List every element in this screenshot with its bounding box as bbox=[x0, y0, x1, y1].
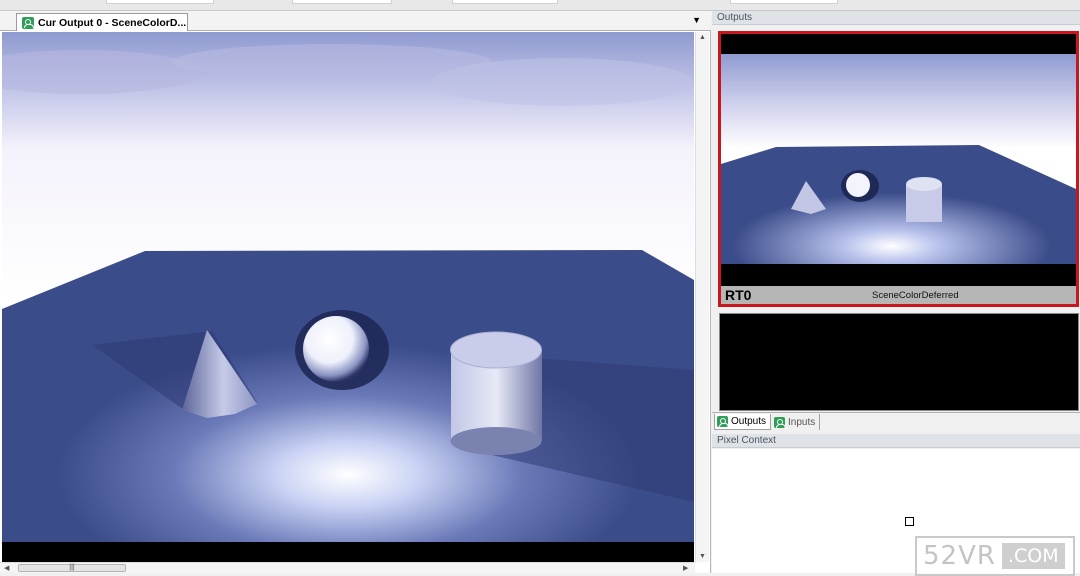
right-panel: Outputs RT0 SceneColorDeferred Outputs I… bbox=[712, 11, 1080, 576]
tab-list-dropdown-icon[interactable]: ▼ bbox=[692, 15, 701, 25]
render-target-name: SceneColorDeferred bbox=[872, 290, 959, 301]
thumbnail-caption: RT0 SceneColorDeferred bbox=[721, 286, 1076, 304]
tab-title: Cur Output 0 - SceneColorD... bbox=[38, 16, 187, 29]
render-viewport[interactable] bbox=[2, 32, 694, 562]
scroll-right-icon[interactable]: ▶ bbox=[683, 564, 688, 572]
bottom-tab-bar: Outputs Inputs bbox=[712, 412, 1080, 430]
tab-cur-output[interactable]: Cur Output 0 - SceneColorD... bbox=[16, 13, 188, 31]
horizontal-scroll-thumb[interactable]: ||| bbox=[18, 564, 126, 572]
sphere bbox=[303, 316, 369, 382]
vertical-scrollbar[interactable]: ▲ ▼ bbox=[695, 32, 709, 562]
cylinder-top bbox=[450, 331, 542, 369]
document-pane: Cur Output 0 - SceneColorD... ▼ ▲ ▼ ◀ ||… bbox=[0, 11, 711, 573]
thumb-letterbox-bottom bbox=[721, 264, 1076, 286]
input-icon bbox=[774, 416, 786, 428]
scene-render bbox=[2, 32, 694, 562]
thumb-sphere bbox=[846, 173, 870, 197]
render-target-thumbnail-rt0[interactable]: RT0 SceneColorDeferred bbox=[718, 31, 1079, 307]
watermark-text: 52VR bbox=[923, 541, 996, 571]
tab-inputs-label: Inputs bbox=[788, 416, 816, 428]
thumbnail-render bbox=[721, 34, 1076, 286]
tab-outputs-label: Outputs bbox=[731, 416, 767, 427]
pixel-context-title: Pixel Context bbox=[712, 434, 1080, 448]
toolbar-field[interactable] bbox=[452, 0, 558, 4]
scroll-up-icon[interactable]: ▲ bbox=[699, 34, 706, 41]
scroll-left-icon[interactable]: ◀ bbox=[4, 564, 9, 572]
render-target-label: RT0 bbox=[725, 287, 752, 303]
watermark-suffix: .COM bbox=[1001, 543, 1065, 569]
output-icon bbox=[717, 416, 729, 427]
thumb-letterbox-top bbox=[721, 34, 1076, 54]
outputs-panel-title: Outputs bbox=[712, 11, 1080, 25]
toolbar-field[interactable] bbox=[106, 0, 214, 4]
output-icon bbox=[22, 16, 34, 29]
toolbar-field[interactable] bbox=[292, 0, 392, 4]
document-tab-bar: Cur Output 0 - SceneColorD... ▼ bbox=[0, 11, 711, 31]
letterbox-bar bbox=[2, 542, 694, 562]
render-target-thumbnail-empty[interactable] bbox=[719, 313, 1079, 411]
tab-outputs[interactable]: Outputs bbox=[714, 414, 772, 430]
scroll-grip: ||| bbox=[69, 564, 75, 571]
thumb-cylinder-top bbox=[906, 177, 942, 191]
cylinder-base bbox=[450, 427, 542, 455]
toolbar-field[interactable] bbox=[730, 0, 838, 4]
pixel-swatch bbox=[905, 517, 914, 526]
tab-inputs[interactable]: Inputs bbox=[772, 414, 821, 430]
scroll-down-icon[interactable]: ▼ bbox=[699, 553, 706, 560]
cloud bbox=[432, 58, 692, 106]
watermark-logo: 52VR .COM bbox=[915, 536, 1075, 576]
horizontal-scrollbar[interactable]: ◀ ||| ▶ bbox=[0, 562, 695, 573]
pixel-context-area: 52VR .COM bbox=[712, 449, 1080, 576]
top-toolbar-strip bbox=[0, 0, 1080, 11]
